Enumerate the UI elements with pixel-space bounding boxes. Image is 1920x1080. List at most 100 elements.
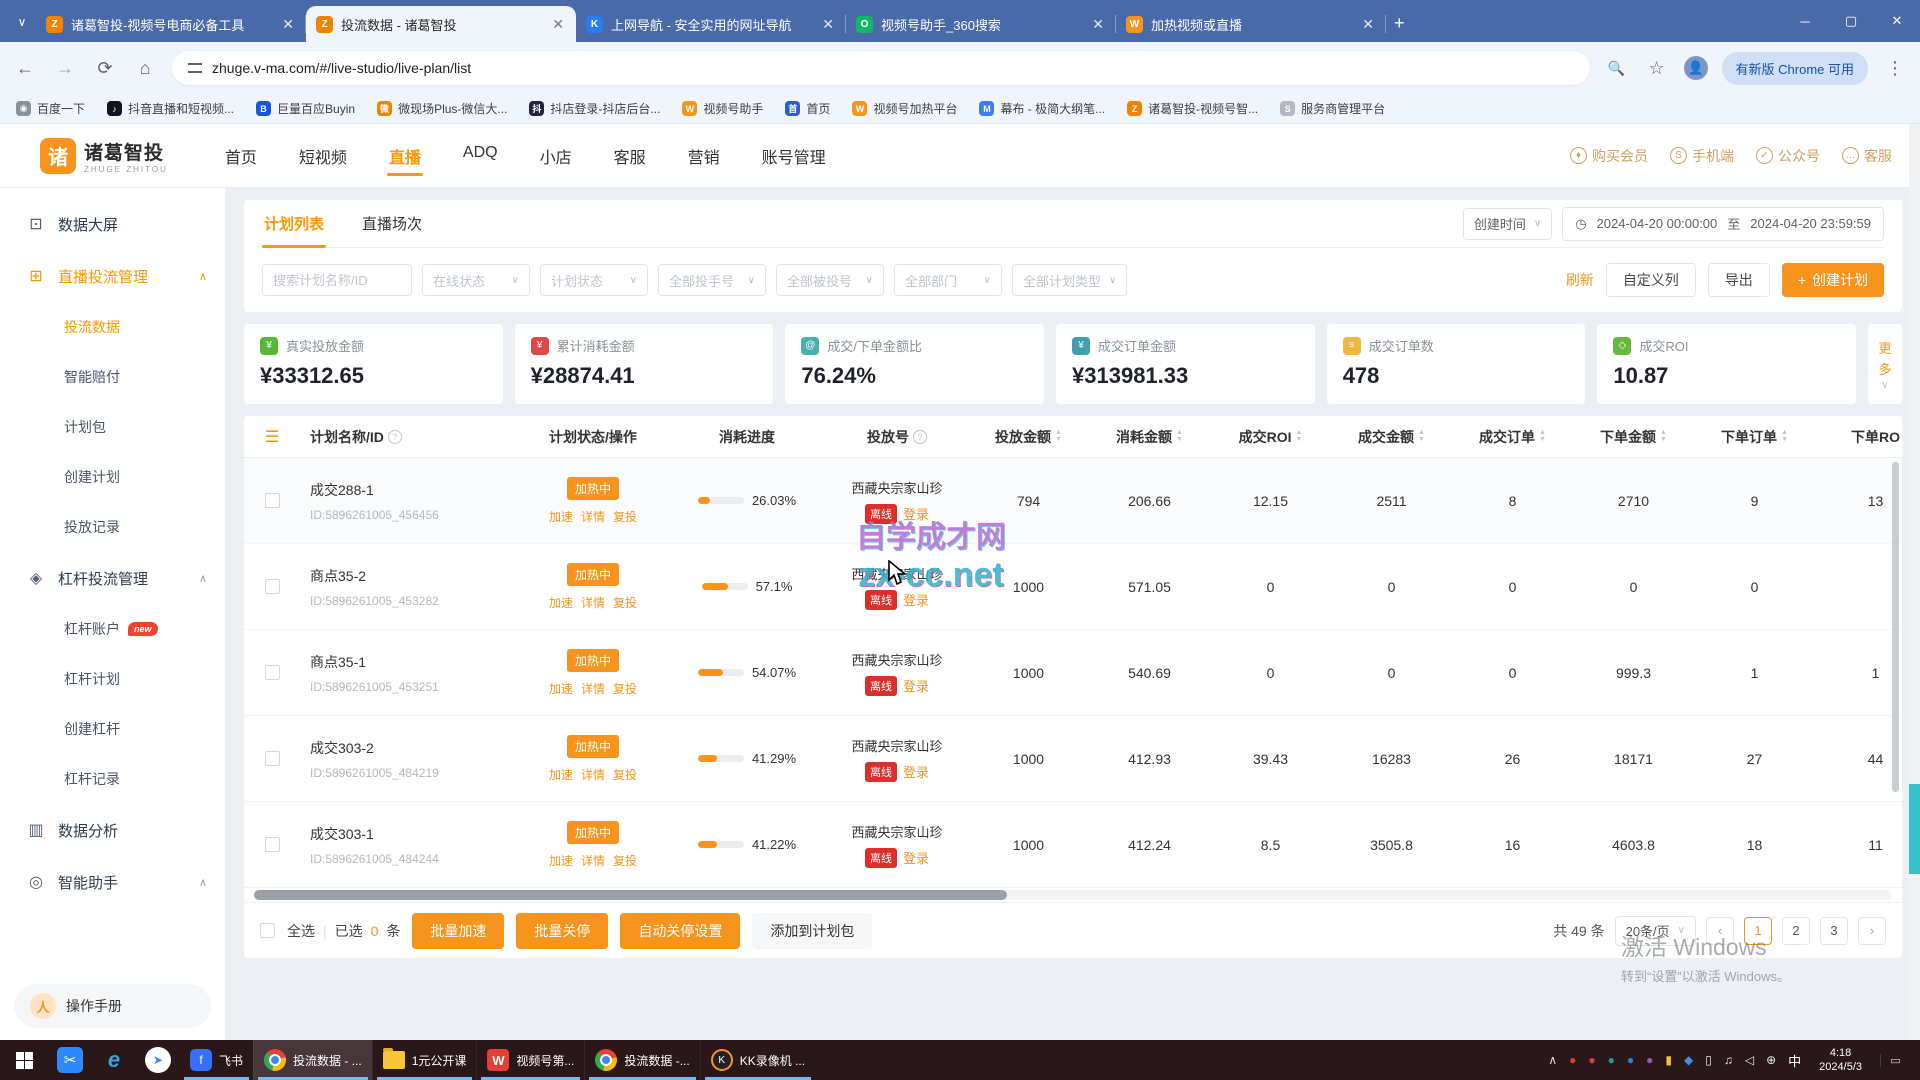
- row-checkbox[interactable]: [265, 493, 280, 508]
- bookmark-weixianchang[interactable]: 微微现场Plus-微信大...: [377, 100, 507, 117]
- details-link[interactable]: 详情: [581, 508, 605, 525]
- kebab-menu-icon[interactable]: ⋮: [1882, 58, 1908, 79]
- tray-icon[interactable]: ●: [1588, 1053, 1595, 1067]
- re-invest-link[interactable]: 复投: [613, 680, 637, 697]
- customer-service-link[interactable]: …客服: [1842, 146, 1892, 166]
- bookmark-star-icon[interactable]: ☆: [1644, 58, 1670, 79]
- tab-close-icon[interactable]: ✕: [1360, 16, 1376, 33]
- auto-stop-settings-button[interactable]: 自动关停设置: [620, 913, 740, 949]
- export-button[interactable]: 导出: [1708, 263, 1770, 297]
- mobile-link[interactable]: S手机端: [1670, 146, 1734, 166]
- notification-center-icon[interactable]: ▭: [1880, 1054, 1910, 1067]
- bookmark-mubu[interactable]: M幕布 - 极简大纲笔...: [979, 100, 1105, 117]
- sort-icon[interactable]: ▲▼: [1539, 430, 1546, 443]
- page-size-select[interactable]: 20条/页∨: [1615, 916, 1696, 946]
- sidebar-group-lever-ads[interactable]: ◈杠杆投流管理∧: [0, 552, 225, 604]
- sort-icon[interactable]: ▲▼: [1418, 430, 1425, 443]
- scrollbar-thumb[interactable]: [1909, 784, 1920, 874]
- tray-network-icon[interactable]: ◁: [1745, 1053, 1754, 1067]
- sort-icon[interactable]: ▲▼: [1295, 430, 1302, 443]
- search-input[interactable]: [262, 264, 412, 296]
- back-button[interactable]: ←: [12, 58, 38, 79]
- sidebar-item-lever-plan[interactable]: 杠杆计划: [0, 654, 225, 704]
- batch-speed-up-button[interactable]: 批量加速: [412, 913, 504, 949]
- profile-avatar[interactable]: 👤: [1684, 56, 1708, 80]
- bookmark-doudian[interactable]: 抖抖店登录-抖店后台...: [529, 100, 660, 117]
- table-row[interactable]: 成交303-1ID:5896261005_484244 加热中加速详情复投 41…: [244, 802, 1902, 888]
- speed-up-link[interactable]: 加速: [549, 852, 573, 869]
- custom-columns-button[interactable]: 自定义列: [1606, 263, 1696, 297]
- add-to-plan-pack-button[interactable]: 添加到计划包: [752, 913, 872, 949]
- details-link[interactable]: 详情: [581, 594, 605, 611]
- tab-close-icon[interactable]: ✕: [280, 16, 296, 33]
- create-plan-button[interactable]: +创建计划: [1782, 263, 1884, 297]
- sidebar-item-ai-helper[interactable]: ◎智能助手∧: [0, 856, 225, 908]
- scrollbar-thumb[interactable]: [254, 890, 1007, 900]
- close-button[interactable]: ✕: [1874, 0, 1920, 42]
- tray-icon[interactable]: ●: [1569, 1053, 1576, 1067]
- sidebar-group-live-ads[interactable]: ⊞直播投流管理∧: [0, 250, 225, 302]
- speed-up-link[interactable]: 加速: [549, 680, 573, 697]
- next-page-button[interactable]: ›: [1858, 917, 1886, 945]
- login-link[interactable]: 登录: [903, 590, 929, 609]
- row-checkbox[interactable]: [265, 837, 280, 852]
- horizontal-scrollbar[interactable]: [254, 890, 1892, 900]
- table-row[interactable]: 商点35-2ID:5896261005_453282 加热中加速详情复投 57.…: [244, 544, 1902, 630]
- help-icon[interactable]: ?: [913, 430, 927, 444]
- date-range-picker[interactable]: ◷ 2024-04-20 00:00:00 至 2024-04-20 23:59…: [1562, 207, 1884, 241]
- re-invest-link[interactable]: 复投: [613, 508, 637, 525]
- tab-close-icon[interactable]: ✕: [1090, 16, 1106, 33]
- address-bar[interactable]: zhuge.v-ma.com/#/live-studio/live-plan/l…: [172, 51, 1590, 85]
- new-tab-button[interactable]: +: [1394, 13, 1405, 34]
- row-checkbox[interactable]: [265, 665, 280, 680]
- browser-tab-1[interactable]: Z 诸葛智投-视频号电商必备工具 ✕: [36, 6, 306, 42]
- more-stats-button[interactable]: 更多∨: [1868, 324, 1902, 404]
- taskbar-window-folder[interactable]: 1元公开课: [372, 1040, 477, 1080]
- bookmark-channels-helper[interactable]: W视频号助手: [682, 100, 763, 117]
- tab-plan-list[interactable]: 计划列表: [262, 199, 326, 248]
- nav-adq[interactable]: ADQ: [461, 124, 500, 188]
- site-settings-icon[interactable]: [188, 63, 202, 73]
- filter-department[interactable]: 全部部门∨: [894, 264, 1002, 296]
- minimize-button[interactable]: ─: [1782, 0, 1828, 42]
- column-menu-icon[interactable]: ☰: [265, 427, 279, 447]
- tray-usb-icon[interactable]: ⊕: [1766, 1053, 1776, 1067]
- sidebar-item-create-plan[interactable]: 创建计划: [0, 452, 225, 502]
- bookmark-heating-platform[interactable]: W视频号加热平台: [852, 100, 957, 117]
- bookmark-zhuge[interactable]: Z诸葛智投-视频号智...: [1127, 100, 1258, 117]
- filter-plan-type[interactable]: 全部计划类型∨: [1012, 264, 1127, 296]
- page-1-button[interactable]: 1: [1744, 917, 1772, 945]
- bookmark-buyin[interactable]: B巨量百应Buyin: [256, 100, 355, 117]
- tab-search-icon[interactable]: ∨: [8, 8, 36, 36]
- tray-folder-icon[interactable]: ▮: [1665, 1053, 1672, 1067]
- taskbar-pinned-arrow-app[interactable]: ➤: [136, 1040, 180, 1080]
- tray-icon[interactable]: ●: [1646, 1053, 1653, 1067]
- sidebar-item-data-analysis[interactable]: ▥数据分析: [0, 804, 225, 856]
- sort-icon[interactable]: ▲▼: [1055, 430, 1062, 443]
- sidebar-item-ad-data[interactable]: 投流数据: [0, 302, 225, 352]
- tray-shield-icon[interactable]: ◆: [1684, 1053, 1693, 1067]
- bookmark-service-platform[interactable]: S服务商管理平台: [1280, 100, 1385, 117]
- sidebar-item-data-screen[interactable]: ⊡数据大屏: [0, 198, 225, 250]
- login-link[interactable]: 登录: [903, 504, 929, 523]
- sidebar-item-lever-account[interactable]: 杠杆账户new: [0, 604, 225, 654]
- speed-up-link[interactable]: 加速: [549, 594, 573, 611]
- refresh-button[interactable]: 刷新: [1566, 270, 1594, 290]
- taskbar-clock[interactable]: 4:182024/5/3: [1813, 1046, 1868, 1075]
- url-text[interactable]: zhuge.v-ma.com/#/live-studio/live-plan/l…: [212, 60, 471, 76]
- bookmark-douyin-live[interactable]: ♪抖音直播和短视频...: [107, 100, 234, 117]
- official-account-link[interactable]: ✓公众号: [1756, 146, 1820, 166]
- start-button[interactable]: [0, 1040, 48, 1080]
- browser-tab-4[interactable]: O 视频号助手_360搜索 ✕: [846, 6, 1116, 42]
- manual-button[interactable]: 人操作手册: [14, 984, 211, 1028]
- search-icon[interactable]: 🔍: [1604, 60, 1630, 77]
- speed-up-link[interactable]: 加速: [549, 508, 573, 525]
- bookmark-baidu[interactable]: ◉百度一下: [16, 100, 85, 117]
- taskbar-feishu[interactable]: f飞书: [180, 1040, 253, 1080]
- tray-icon[interactable]: ●: [1608, 1053, 1615, 1067]
- tray-expand-icon[interactable]: ∧: [1548, 1053, 1557, 1067]
- taskbar-pinned-ie[interactable]: e: [92, 1040, 136, 1080]
- taskbar-window-chrome-2[interactable]: 投流数据 -...: [584, 1040, 699, 1080]
- tab-close-icon[interactable]: ✕: [820, 16, 836, 33]
- filter-online-status[interactable]: 在线状态∨: [422, 264, 530, 296]
